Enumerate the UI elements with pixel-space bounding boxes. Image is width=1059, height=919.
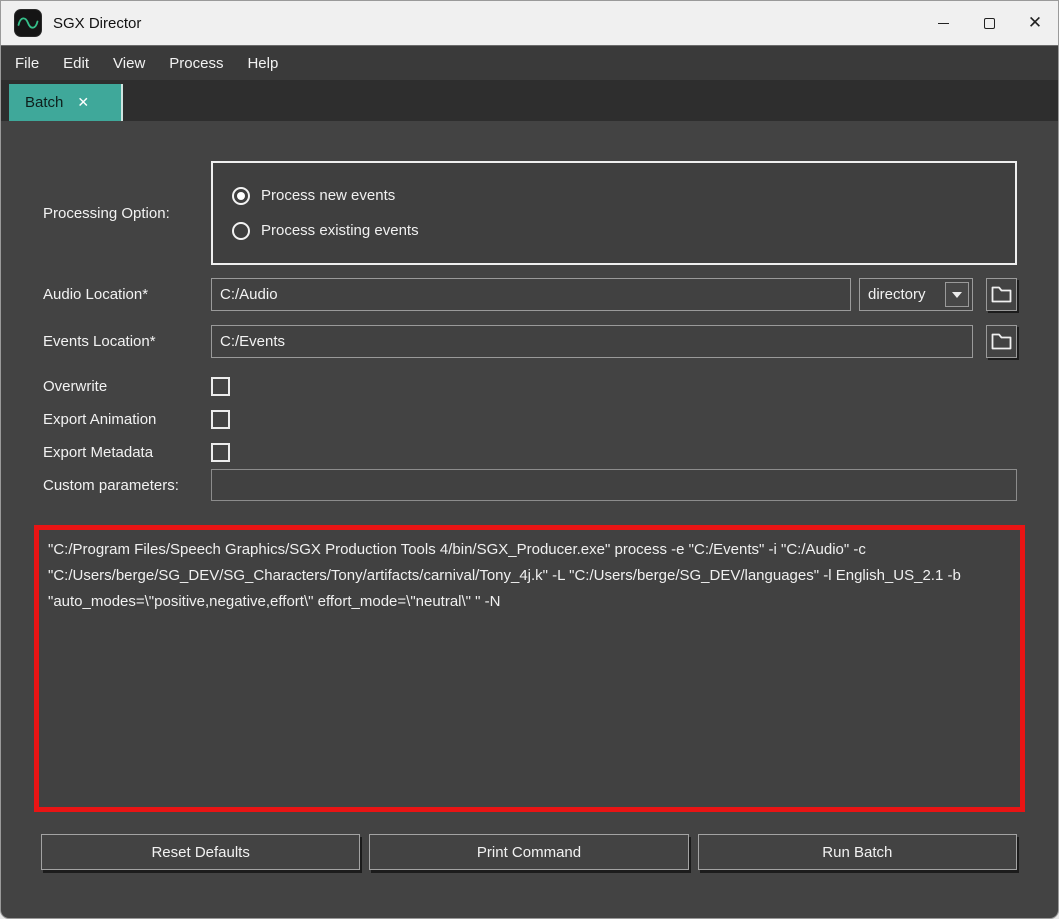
events-location-browse-button[interactable]	[986, 325, 1017, 358]
command-preview-panel[interactable]: "C:/Program Files/Speech Graphics/SGX Pr…	[34, 525, 1025, 812]
radio-process-new-events[interactable]: Process new events	[232, 187, 1015, 205]
overwrite-label: Overwrite	[43, 378, 211, 395]
menu-process[interactable]: Process	[157, 46, 235, 80]
run-batch-button[interactable]: Run Batch	[698, 834, 1017, 870]
menu-edit[interactable]: Edit	[51, 46, 101, 80]
radio-process-existing-events-label: Process existing events	[261, 222, 419, 239]
radio-icon-unselected[interactable]	[232, 222, 250, 240]
export-metadata-label: Export Metadata	[43, 444, 211, 461]
command-preview-text: "C:/Program Files/Speech Graphics/SGX Pr…	[48, 537, 1011, 615]
menu-view[interactable]: View	[101, 46, 157, 80]
audio-location-browse-button[interactable]	[986, 278, 1017, 311]
menubar: File Edit View Process Help	[1, 45, 1058, 80]
custom-parameters-label: Custom parameters:	[43, 477, 211, 494]
tab-strip: Batch ✕	[1, 80, 1058, 121]
maximize-icon	[984, 18, 995, 29]
app-window: SGX Director ✕ File Edit View Process He…	[0, 0, 1059, 919]
minimize-button[interactable]	[920, 1, 966, 45]
dropdown-selected-value: directory	[860, 286, 945, 303]
custom-parameters-input[interactable]	[211, 469, 1017, 501]
chevron-down-icon	[952, 292, 962, 298]
folder-icon	[991, 333, 1012, 350]
audio-location-label: Audio Location*	[43, 286, 211, 303]
tab-batch-label: Batch	[25, 94, 63, 111]
events-location-input[interactable]	[211, 325, 973, 358]
tab-close-icon[interactable]: ✕	[77, 94, 89, 111]
overwrite-checkbox[interactable]	[211, 377, 230, 396]
processing-option-group: Process new events Process existing even…	[211, 161, 1017, 265]
close-button[interactable]: ✕	[1012, 1, 1058, 45]
print-command-button[interactable]: Print Command	[369, 834, 688, 870]
menu-file[interactable]: File	[1, 46, 51, 80]
window-title: SGX Director	[53, 15, 141, 32]
app-logo-icon	[14, 9, 42, 37]
radio-process-existing-events[interactable]: Process existing events	[232, 222, 1015, 240]
tab-batch[interactable]: Batch ✕	[9, 84, 123, 121]
maximize-button[interactable]	[966, 1, 1012, 45]
titlebar: SGX Director ✕	[1, 1, 1058, 45]
events-location-label: Events Location*	[43, 333, 211, 350]
action-button-row: Reset Defaults Print Command Run Batch	[41, 834, 1017, 870]
minimize-icon	[938, 23, 949, 24]
audio-location-type-dropdown[interactable]: directory	[859, 278, 973, 311]
dropdown-arrow-button[interactable]	[945, 282, 969, 307]
batch-panel: Processing Option: Process new events Pr…	[1, 121, 1058, 918]
export-metadata-checkbox[interactable]	[211, 443, 230, 462]
close-icon: ✕	[1028, 15, 1042, 32]
radio-icon-selected[interactable]	[232, 187, 250, 205]
radio-process-new-events-label: Process new events	[261, 187, 395, 204]
folder-icon	[991, 286, 1012, 303]
export-animation-label: Export Animation	[43, 411, 211, 428]
audio-location-input[interactable]	[211, 278, 851, 311]
processing-option-label: Processing Option:	[43, 205, 211, 222]
menu-help[interactable]: Help	[235, 46, 290, 80]
export-animation-checkbox[interactable]	[211, 410, 230, 429]
reset-defaults-button[interactable]: Reset Defaults	[41, 834, 360, 870]
